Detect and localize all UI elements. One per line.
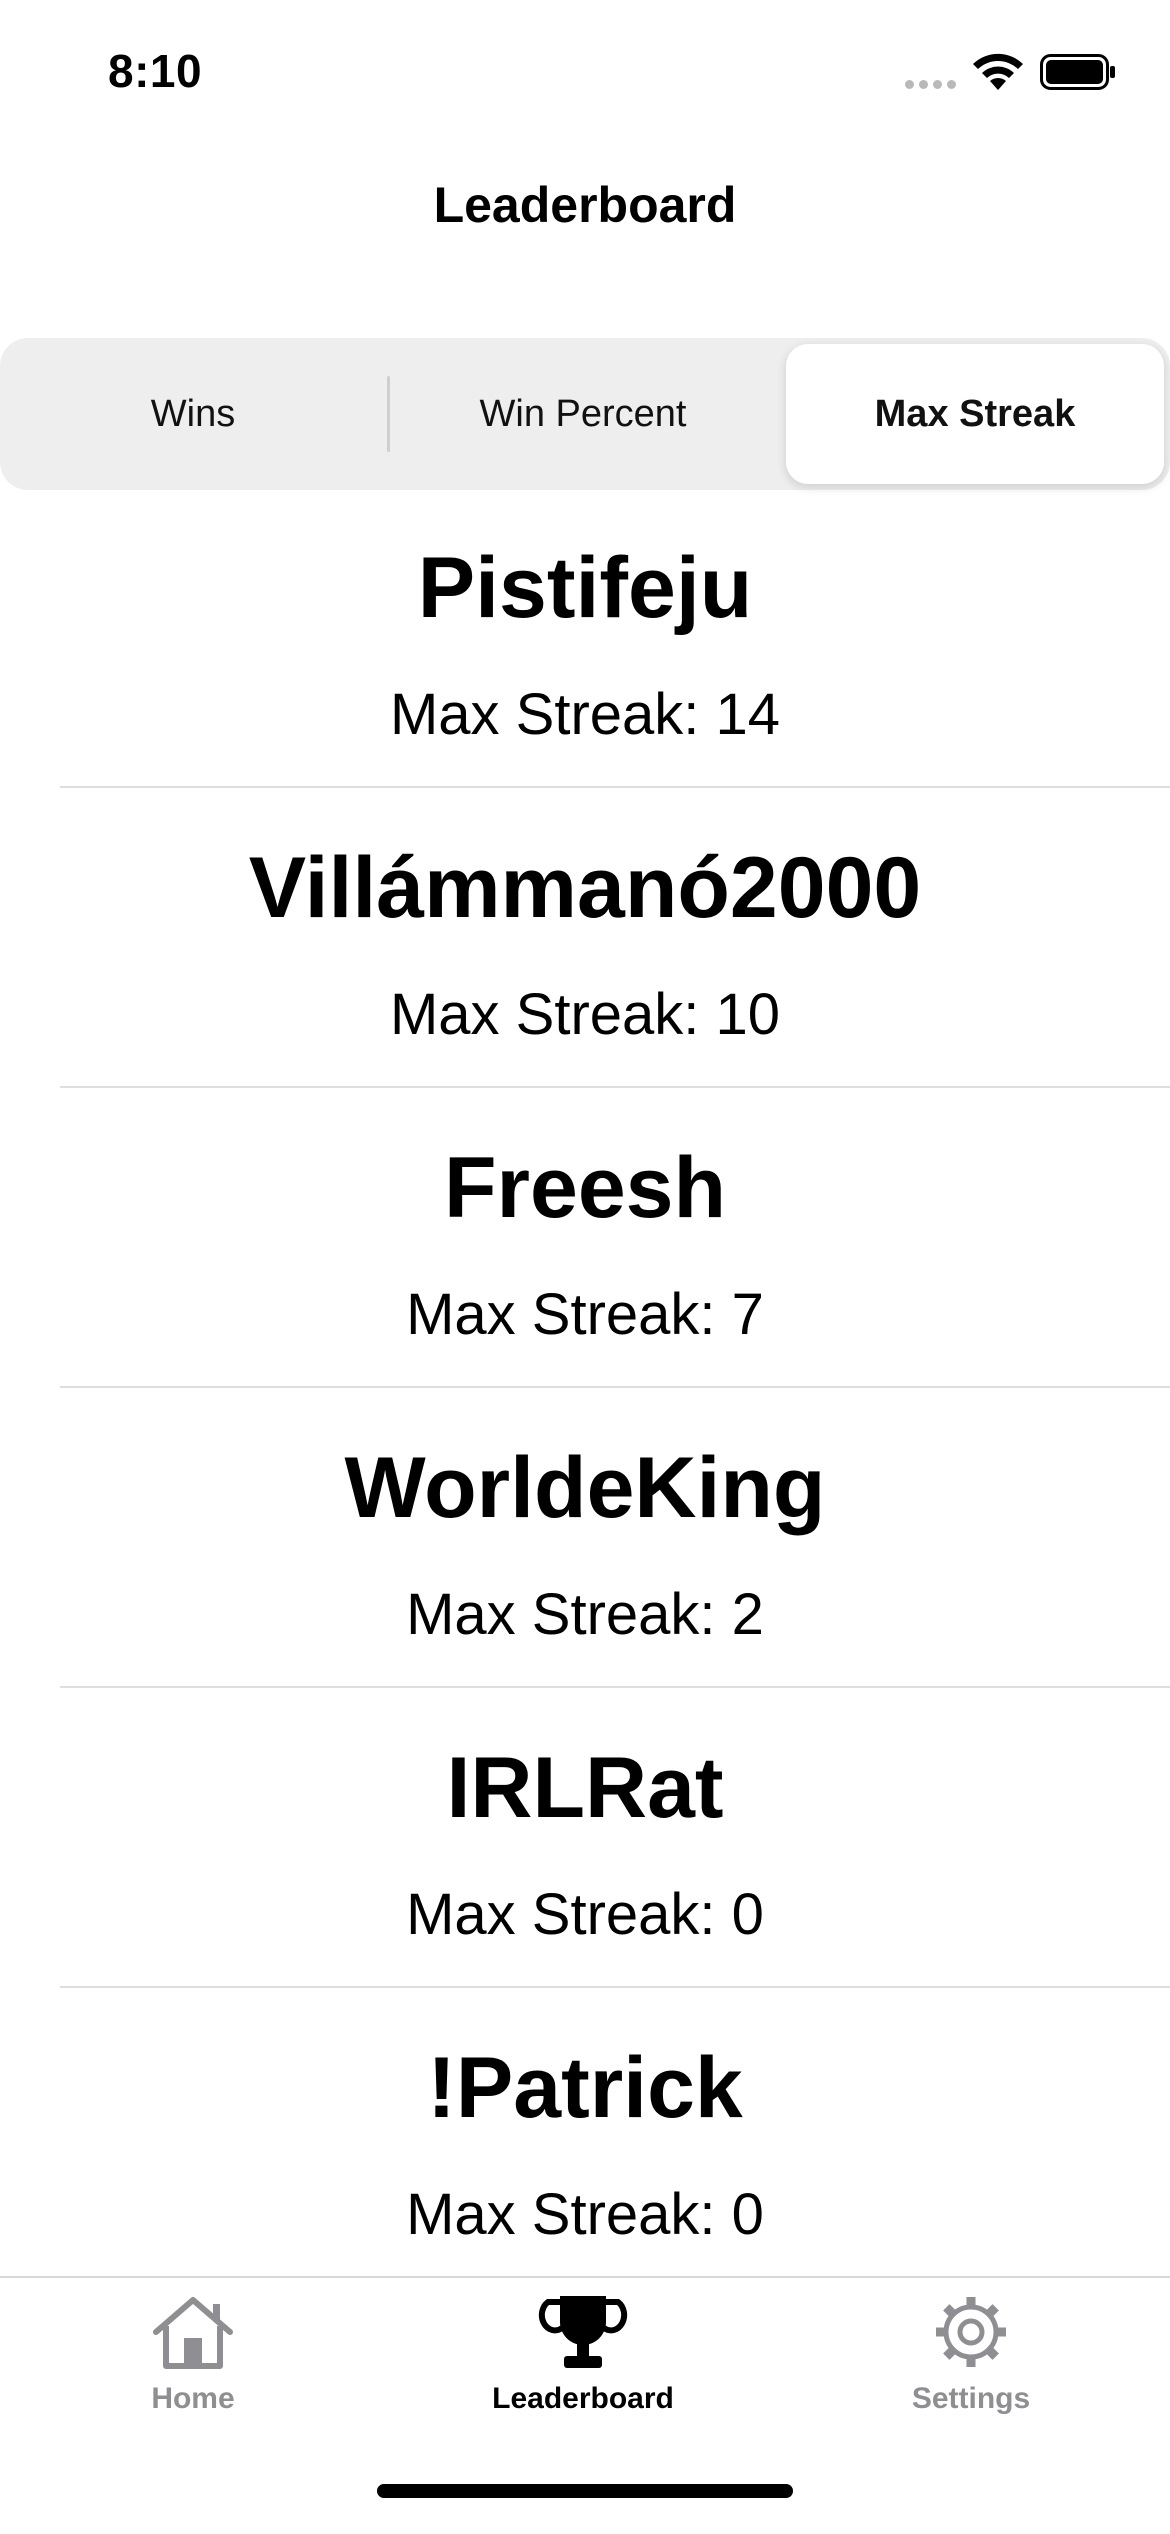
gear-icon bbox=[936, 2297, 1006, 2367]
tab-settings-label: Settings bbox=[911, 2382, 1031, 2415]
cellular-signal-icon bbox=[905, 80, 956, 89]
player-stat: Max Streak: 7 bbox=[406, 1282, 764, 1347]
player-name: WorldeKing bbox=[344, 1440, 826, 1536]
list-item: !Patrick Max Streak: 0 bbox=[0, 1988, 1170, 2286]
player-stat: Max Streak: 0 bbox=[406, 1882, 764, 1947]
player-stat: Max Streak: 14 bbox=[389, 682, 781, 747]
list-item: Freesh Max Streak: 7 bbox=[0, 1088, 1170, 1386]
player-name: !Patrick bbox=[427, 2040, 743, 2136]
segment-max-streak[interactable]: Max Streak bbox=[786, 344, 1164, 484]
tab-leaderboard[interactable]: Leaderboard bbox=[458, 2292, 708, 2416]
list-item: Villámmanó2000 Max Streak: 10 bbox=[0, 788, 1170, 1086]
status-bar: 8:10 bbox=[0, 0, 1170, 140]
player-name: IRLRat bbox=[446, 1740, 724, 1836]
list-item: IRLRat Max Streak: 0 bbox=[0, 1688, 1170, 1986]
player-name: Freesh bbox=[443, 1140, 727, 1236]
page-title: Leaderboard bbox=[433, 177, 737, 233]
segment-win-percent[interactable]: Win Percent bbox=[390, 344, 776, 484]
leaderboard-sort-segmented-control: Wins Win Percent Max Streak bbox=[0, 338, 1170, 490]
player-stat: Max Streak: 0 bbox=[406, 2182, 764, 2247]
tab-leaderboard-label: Leaderboard bbox=[492, 2382, 674, 2415]
house-icon bbox=[153, 2297, 233, 2369]
list-item: WorldeKing Max Streak: 2 bbox=[0, 1388, 1170, 1686]
player-stat: Max Streak: 2 bbox=[406, 1582, 764, 1647]
status-time: 8:10 bbox=[108, 45, 203, 97]
home-indicator bbox=[377, 2484, 793, 2498]
tab-home[interactable]: Home bbox=[68, 2292, 318, 2416]
segment-wins[interactable]: Wins bbox=[6, 344, 380, 484]
player-name: Villámmanó2000 bbox=[248, 840, 922, 936]
list-item: Pistifeju Max Streak: 14 bbox=[0, 488, 1170, 786]
trophy-icon bbox=[538, 2296, 628, 2368]
leaderboard-list: Pistifeju Max Streak: 14 Villámmanó2000 … bbox=[0, 488, 1170, 2286]
tab-home-label: Home bbox=[151, 2382, 235, 2415]
player-stat: Max Streak: 10 bbox=[389, 982, 781, 1047]
battery-icon bbox=[1040, 54, 1115, 90]
wifi-icon bbox=[973, 53, 1023, 90]
tab-settings[interactable]: Settings bbox=[846, 2292, 1096, 2416]
player-name: Pistifeju bbox=[417, 540, 753, 636]
